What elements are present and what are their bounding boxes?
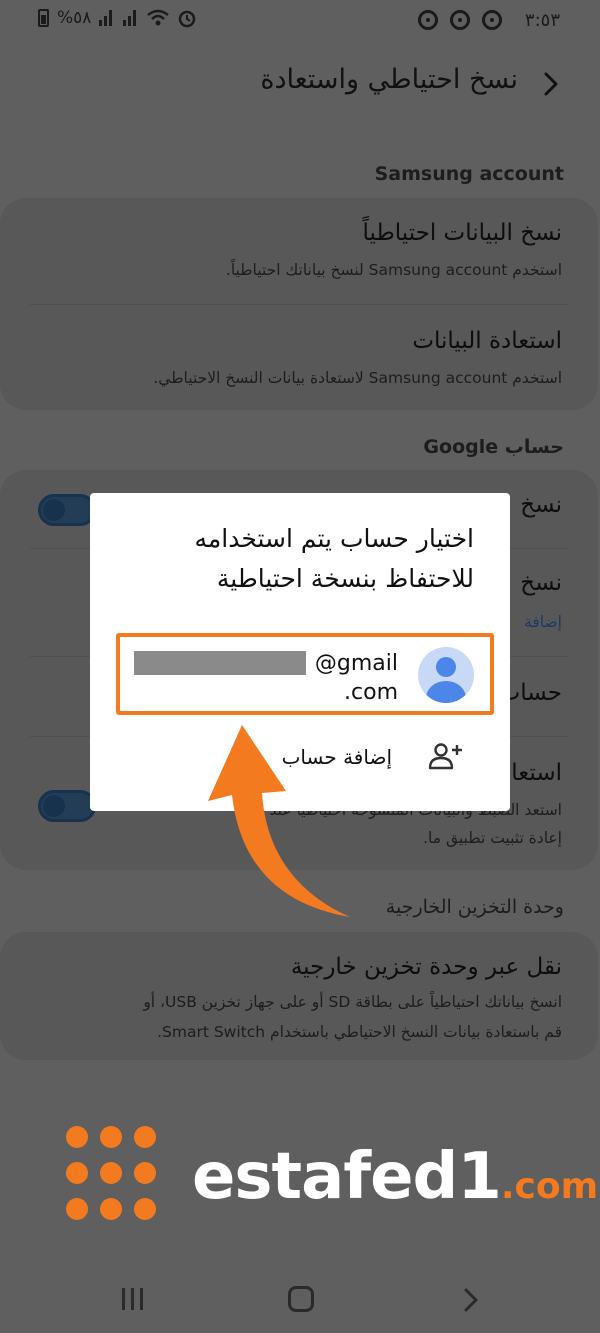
back-chevron-icon[interactable] bbox=[538, 68, 562, 100]
add-person-icon bbox=[428, 743, 462, 770]
battery-icon bbox=[38, 9, 49, 27]
item-subtitle: قم باستعادة بيانات النسخ الاحتياطي باستخ… bbox=[157, 1023, 562, 1041]
item-subtitle: استخدم Samsung account لاستعادة بيانات ا… bbox=[153, 369, 562, 387]
status-left-icons: %٥٨ bbox=[38, 8, 197, 28]
section-label-external: وحدة التخزين الخارجية bbox=[385, 896, 564, 918]
item-title: نسخ bbox=[520, 492, 562, 518]
notification-app-icon bbox=[450, 10, 470, 30]
section-label-google: حساب Google bbox=[423, 436, 564, 458]
wifi-icon bbox=[147, 9, 170, 26]
backup-data-item[interactable]: نسخ البيانات احتياطياً استخدم Samsung ac… bbox=[0, 198, 598, 304]
account-option[interactable]: @gmail .com bbox=[116, 633, 494, 715]
external-transfer-item[interactable]: نقل عبر وحدة تخزين خارجية انسخ بياناتك ا… bbox=[0, 932, 598, 1060]
restore-data-item[interactable]: استعادة البيانات استخدم Samsung account … bbox=[0, 304, 598, 410]
item-title: نسخ bbox=[520, 570, 562, 596]
navigation-bar bbox=[0, 1270, 600, 1333]
logo-name: estafed1 bbox=[192, 1140, 502, 1214]
item-subtitle: إعادة تثبيت تطبيق ما. bbox=[423, 829, 562, 847]
notification-icons bbox=[418, 10, 502, 30]
status-bar: %٥٨ ٣:٥٣ bbox=[0, 0, 600, 40]
logo-text: estafed1.com bbox=[192, 1140, 598, 1214]
auto-restore-toggle[interactable] bbox=[38, 790, 96, 822]
pointer-arrow-icon bbox=[208, 725, 350, 917]
item-subtitle: إضافة bbox=[524, 613, 562, 631]
samsung-card: نسخ البيانات احتياطياً استخدم Samsung ac… bbox=[0, 198, 598, 410]
item-subtitle: استخدم Samsung account لنسخ بياناتك احتي… bbox=[225, 261, 562, 279]
back-nav-icon[interactable] bbox=[462, 1286, 482, 1314]
estafed-logo: estafed1.com bbox=[64, 1120, 598, 1240]
dialog-title: اختيار حساب يتم استخدامه للاحتفاظ بنسخة … bbox=[194, 524, 474, 593]
item-title: نسخ البيانات احتياطياً bbox=[362, 220, 563, 246]
home-icon[interactable] bbox=[288, 1286, 314, 1312]
account-email-line2: .com bbox=[344, 680, 398, 705]
page-title: نسخ احتياطي واستعادة bbox=[260, 64, 518, 95]
redaction-bar bbox=[134, 651, 306, 675]
external-card: نقل عبر وحدة تخزين خارجية انسخ بياناتك ا… bbox=[0, 932, 598, 1060]
status-time: ٣:٥٣ bbox=[524, 10, 560, 31]
item-subtitle: انسخ بياناتك احتياطياً على بطاقة SD أو ع… bbox=[143, 993, 562, 1011]
item-title: استعادة البيانات bbox=[412, 328, 562, 354]
signal-icon bbox=[99, 10, 115, 26]
avatar-icon bbox=[418, 647, 474, 703]
notification-app-icon bbox=[482, 10, 502, 30]
alarm-icon bbox=[179, 10, 196, 28]
logo-domain: .com bbox=[500, 1166, 599, 1207]
recent-apps-icon[interactable] bbox=[122, 1288, 146, 1310]
signal-icon-2 bbox=[123, 10, 139, 26]
battery-percent: %٥٨ bbox=[57, 8, 92, 28]
item-title: نقل عبر وحدة تخزين خارجية bbox=[290, 954, 562, 980]
section-label-samsung: Samsung account bbox=[374, 163, 564, 185]
backup-toggle[interactable] bbox=[38, 494, 96, 526]
notification-app-icon bbox=[418, 10, 438, 30]
